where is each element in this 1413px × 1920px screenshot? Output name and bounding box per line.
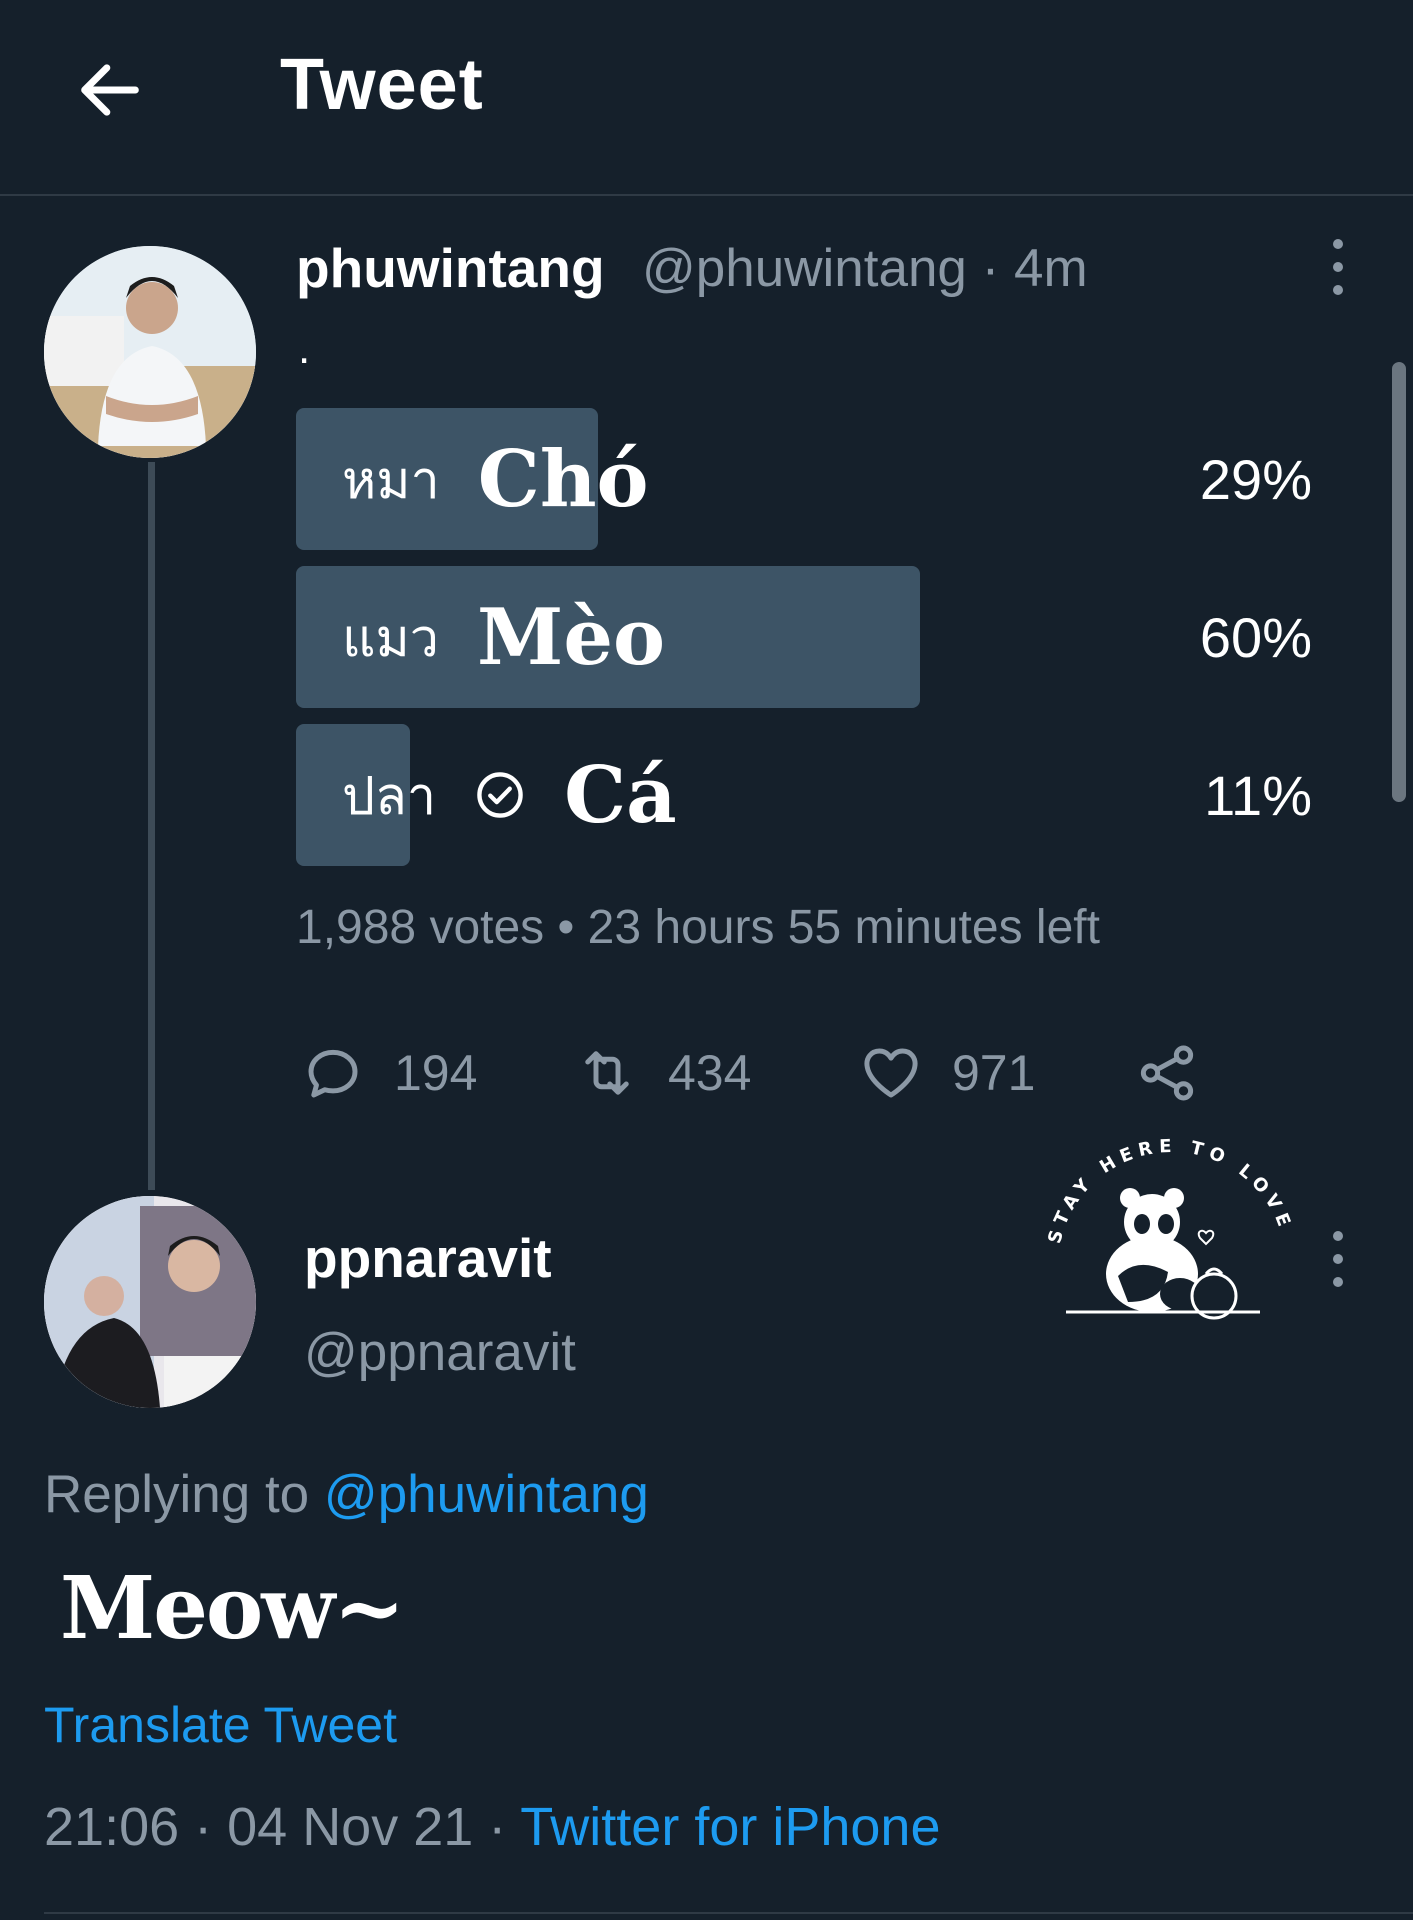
poll-option-label: หมา xyxy=(342,451,440,510)
check-circle-icon xyxy=(477,772,523,818)
time-date: 21:06 · 04 Nov 21 · xyxy=(44,1797,521,1857)
avatar-photo xyxy=(44,246,256,458)
retweet-count: 434 xyxy=(668,1045,752,1101)
scrollbar[interactable] xyxy=(1392,362,1406,802)
tweet-text: . xyxy=(298,324,311,373)
page-title: Tweet xyxy=(280,45,484,125)
poll-option-percent: 11% xyxy=(1204,763,1312,827)
poll-option-translation: Cá xyxy=(564,749,677,841)
avatar-photo xyxy=(44,1196,256,1408)
poll-meta: 1,988 votes • 23 hours 55 minutes left xyxy=(296,901,1100,954)
share-icon xyxy=(1140,1045,1194,1101)
share-button[interactable] xyxy=(1134,1038,1200,1108)
replying-mention-link[interactable]: @phuwintang xyxy=(324,1465,649,1524)
retweet-button[interactable]: 434 xyxy=(574,1038,751,1108)
top-bar xyxy=(0,0,1413,196)
author-name[interactable]: phuwintang xyxy=(296,236,605,300)
translate-tweet-link[interactable]: Translate Tweet xyxy=(44,1696,397,1754)
poll-option-label: ปลา xyxy=(342,767,437,826)
poll-option: ปลา Cá 11% xyxy=(296,724,1336,866)
divider xyxy=(44,1912,1413,1914)
author-handle-time[interactable]: @phuwintang · 4m xyxy=(642,238,1088,299)
replying-prefix: Replying to xyxy=(44,1465,310,1524)
reply-text: Meow~ xyxy=(60,1558,405,1659)
replying-to: Replying to @phuwintang xyxy=(44,1464,649,1525)
more-options-icon[interactable] xyxy=(1328,236,1348,298)
panda-sticker-logo: STAY HERE TO LOVE xyxy=(1044,1136,1290,1320)
reply-author-handle[interactable]: @ppnaravit xyxy=(304,1322,576,1383)
retweet-icon xyxy=(585,1051,629,1095)
arrow-left-icon[interactable] xyxy=(72,52,148,128)
thread-line xyxy=(148,462,155,1190)
poll-option-translation: Chó xyxy=(477,433,649,525)
avatar[interactable] xyxy=(44,246,256,458)
avatar[interactable] xyxy=(44,1196,256,1408)
poll-option-translation: Mèo xyxy=(477,591,665,683)
like-count: 971 xyxy=(952,1045,1036,1101)
reply-count: 194 xyxy=(394,1045,478,1101)
poll-option-percent: 29% xyxy=(1199,447,1312,511)
timestamp: 21:06 · 04 Nov 21 · Twitter for iPhone xyxy=(44,1796,940,1858)
reply-button[interactable]: 194 xyxy=(300,1038,477,1108)
heart-icon xyxy=(864,1048,918,1098)
like-button[interactable]: 971 xyxy=(858,1038,1035,1108)
more-options-icon[interactable] xyxy=(1328,1228,1348,1290)
poll-option-percent: 60% xyxy=(1199,605,1312,669)
poll-option: หมา Chó 29% xyxy=(296,408,1336,550)
poll-option: แมว Mèo 60% xyxy=(296,566,1336,708)
poll-option-label: แมว xyxy=(342,609,439,668)
reply-icon xyxy=(308,1049,358,1098)
reply-author-name[interactable]: ppnaravit xyxy=(304,1226,552,1290)
source-link[interactable]: Twitter for iPhone xyxy=(520,1797,940,1857)
